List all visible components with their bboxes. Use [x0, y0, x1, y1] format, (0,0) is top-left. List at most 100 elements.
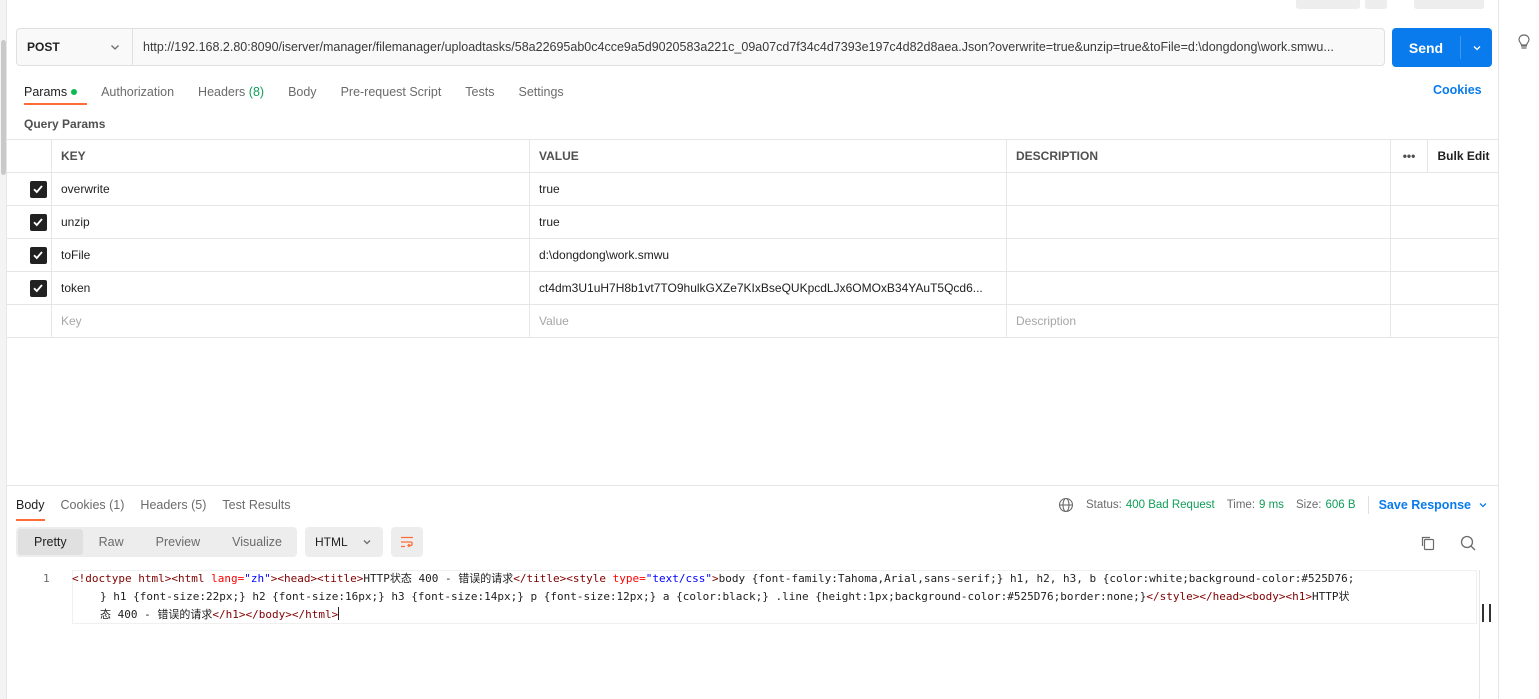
- view-pretty[interactable]: Pretty: [18, 529, 83, 555]
- view-preview[interactable]: Preview: [140, 529, 216, 555]
- code-token: </html>: [291, 608, 339, 621]
- new-description-input[interactable]: Description: [1007, 305, 1391, 337]
- status-info[interactable]: Status: 400 Bad Request: [1086, 499, 1215, 511]
- row-actions-cell: [1391, 305, 1499, 337]
- table-row: unzip true: [7, 206, 1499, 239]
- row-checkbox[interactable]: [29, 246, 47, 264]
- new-key-input[interactable]: Key: [52, 305, 530, 337]
- row-checkbox[interactable]: [29, 279, 47, 297]
- tab-headers[interactable]: Headers (8): [198, 85, 264, 99]
- code-token: } h1 {font-size:22px;} h2 {font-size:16p…: [100, 590, 1147, 603]
- row-checkbox-cell: [7, 272, 52, 304]
- response-tab-test-results[interactable]: Test Results: [222, 498, 290, 512]
- status-label: Status:: [1086, 499, 1122, 511]
- method-select[interactable]: POST: [17, 29, 133, 65]
- response-view-selector: Pretty Raw Preview Visualize: [16, 527, 297, 557]
- param-description-cell[interactable]: [1007, 206, 1391, 238]
- tab-authorization[interactable]: Authorization: [101, 85, 174, 99]
- code-token: 态 400 - 错误的请求: [100, 608, 213, 621]
- wrap-lines-button[interactable]: [391, 527, 423, 557]
- param-description-cell[interactable]: [1007, 173, 1391, 205]
- param-key: unzip: [61, 215, 90, 229]
- table-row: token ct4dm3U1uH7H8b1vt7TO9hulkGXZe7KIxB…: [7, 272, 1499, 305]
- row-checkbox[interactable]: [29, 213, 47, 231]
- param-key-cell[interactable]: token: [52, 272, 530, 304]
- bulk-edit-button[interactable]: Bulk Edit: [1428, 140, 1499, 172]
- param-key-cell[interactable]: overwrite: [52, 173, 530, 205]
- table-row-new: Key Value Description: [7, 305, 1499, 338]
- check-icon: [33, 251, 43, 260]
- globe-icon[interactable]: [1058, 497, 1074, 513]
- status-value: 400 Bad Request: [1125, 499, 1215, 511]
- size-info[interactable]: Size: 606 B: [1296, 499, 1356, 511]
- view-visualize[interactable]: Visualize: [216, 529, 298, 555]
- view-raw[interactable]: Raw: [83, 529, 140, 555]
- tab-settings[interactable]: Settings: [518, 85, 563, 99]
- param-value-cell[interactable]: true: [530, 206, 1007, 238]
- param-description-cell[interactable]: [1007, 239, 1391, 271]
- time-info[interactable]: Time: 9 ms: [1227, 499, 1284, 511]
- row-actions-cell: [1391, 206, 1499, 238]
- more-options-button[interactable]: •••: [1391, 140, 1428, 172]
- left-scrollbar-thumb[interactable]: [1, 40, 6, 175]
- code-token: body {font-family:Tahoma,Arial,sans-seri…: [718, 572, 1355, 585]
- new-value-input[interactable]: Value: [530, 305, 1007, 337]
- send-button[interactable]: Send: [1392, 28, 1460, 67]
- param-key: token: [61, 281, 91, 295]
- editor-scrollbar[interactable]: [1479, 570, 1493, 699]
- wrap-lines-icon: [401, 536, 413, 548]
- param-description-cell[interactable]: [1007, 272, 1391, 304]
- response-body-editor[interactable]: 1 <!doctype html><html lang="zh"><head><…: [7, 570, 1479, 699]
- code-token: HTTP状态 400 - 错误的请求: [363, 572, 514, 585]
- chevron-down-icon: [363, 540, 371, 545]
- tab-tests[interactable]: Tests: [465, 85, 494, 99]
- param-value: ct4dm3U1uH7H8b1vt7TO9hulkGXZe7KIxBseQUKp…: [539, 281, 983, 295]
- table-row: toFile d:\dongdong\work.smwu: [7, 239, 1499, 272]
- code-token: "text/css": [645, 572, 712, 585]
- param-key: overwrite: [61, 182, 110, 196]
- code-token: HTTP状: [1311, 590, 1350, 603]
- param-value: true: [539, 182, 560, 196]
- query-params-table: KEY VALUE DESCRIPTION ••• Bulk Edit over…: [7, 139, 1499, 338]
- url-input[interactable]: http://192.168.2.80:8090/iserver/manager…: [133, 29, 1384, 65]
- format-select[interactable]: HTML: [305, 527, 383, 557]
- row-actions-cell: [1391, 239, 1499, 271]
- response-tab-headers[interactable]: Headers (5): [140, 498, 206, 512]
- row-checkbox[interactable]: [29, 180, 47, 198]
- check-icon: [33, 284, 43, 293]
- response-tab-cookies[interactable]: Cookies (1): [61, 498, 125, 512]
- search-icon[interactable]: [1458, 533, 1478, 553]
- row-checkbox-cell: [7, 305, 52, 337]
- method-label: POST: [27, 40, 60, 54]
- response-tabs: Body Cookies (1) Headers (5) Test Result…: [16, 495, 307, 521]
- save-response-label: Save Response: [1378, 498, 1471, 512]
- column-header-key: KEY: [52, 140, 530, 172]
- top-toolbar-remnant-2: [1365, 0, 1387, 9]
- lightbulb-icon[interactable]: [1516, 33, 1532, 51]
- chevron-down-icon: [111, 45, 119, 50]
- param-key-cell[interactable]: toFile: [52, 239, 530, 271]
- response-divider[interactable]: [7, 485, 1499, 486]
- request-tabs: Params Authorization Headers (8) Body Pr…: [24, 82, 588, 105]
- param-key-cell[interactable]: unzip: [52, 206, 530, 238]
- cookies-link[interactable]: Cookies: [1433, 83, 1482, 97]
- copy-icon[interactable]: [1418, 533, 1438, 553]
- code-token: <!doctype html><html: [72, 572, 212, 585]
- response-tab-body[interactable]: Body: [16, 498, 45, 521]
- param-value-cell[interactable]: d:\dongdong\work.smwu: [530, 239, 1007, 271]
- send-options-button[interactable]: [1461, 28, 1492, 67]
- check-icon: [33, 218, 43, 227]
- param-value-cell[interactable]: ct4dm3U1uH7H8b1vt7TO9hulkGXZe7KIxBseQUKp…: [530, 272, 1007, 304]
- right-divider: [1498, 0, 1499, 699]
- param-value-cell[interactable]: true: [530, 173, 1007, 205]
- tab-body[interactable]: Body: [288, 85, 317, 99]
- tab-params[interactable]: Params: [24, 85, 88, 105]
- size-value: 606 B: [1325, 499, 1356, 511]
- left-scrollbar[interactable]: [0, 0, 7, 699]
- send-button-group: Send: [1392, 28, 1492, 67]
- time-label: Time:: [1226, 499, 1256, 511]
- save-response-button[interactable]: Save Response: [1367, 496, 1489, 514]
- headers-count: (8): [248, 85, 265, 99]
- tab-prerequest-script[interactable]: Pre-request Script: [341, 85, 442, 99]
- row-checkbox-cell: [7, 173, 52, 205]
